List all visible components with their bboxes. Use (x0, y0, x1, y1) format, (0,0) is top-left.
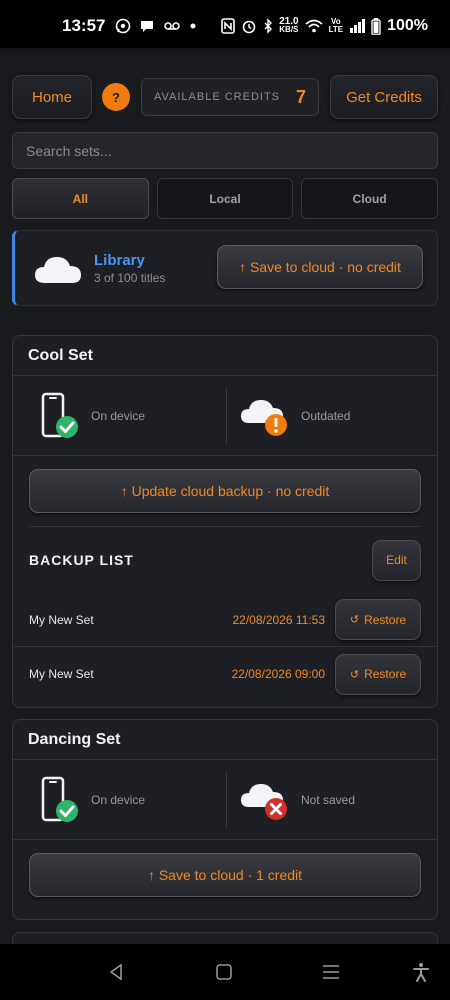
top-bar: Home ? AVAILABLE CREDITS 7 Get Credits (12, 75, 438, 119)
system-icons: 21.0 KB/S Vo LTE 100% (221, 17, 428, 35)
signal-icon (350, 19, 366, 33)
status-bar: 13:57 21.0 KB/S Vo LTE 100% (0, 0, 450, 52)
device-status-text: On device (91, 408, 146, 423)
device-status: On device (13, 760, 225, 839)
status-time: 13:57 (62, 16, 106, 35)
app-screen: Home ? AVAILABLE CREDITS 7 Get Credits A… (0, 48, 450, 944)
restore-icon: ↺ (349, 614, 360, 626)
set-title: Cool Set (13, 336, 437, 376)
credits-value: 7 (295, 86, 306, 107)
edit-button[interactable]: Edit (372, 539, 421, 581)
notification-icons (115, 18, 197, 34)
accessibility-icon[interactable] (411, 962, 431, 982)
search-input[interactable] (12, 132, 438, 169)
tab-local[interactable]: Local (156, 178, 294, 219)
device-status-text: On device (91, 792, 146, 807)
cloud-error-icon (241, 783, 287, 820)
phone-icon (41, 776, 78, 822)
library-title: Library (94, 252, 145, 269)
chat-bubble-icon (141, 21, 154, 32)
battery-percent: 100% (387, 17, 428, 34)
set-card-partial (12, 932, 438, 944)
nfc-icon (221, 18, 235, 34)
backup-name: My New Set (29, 667, 94, 681)
set-status-row: On device Outdated (13, 376, 437, 456)
alarm-icon (242, 20, 256, 34)
cloud-status-text: Not saved (301, 792, 356, 807)
set-action-area: ↑ Update cloud backup · no credit (13, 456, 437, 526)
dot-icon (190, 23, 196, 29)
save-cloud-button[interactable]: ↑ Save to cloud · 1 credit (29, 853, 421, 897)
bluetooth-icon (264, 18, 273, 34)
cloud-status-text: Outdated (301, 408, 351, 423)
network-speed: 21.0 KB/S (279, 17, 299, 34)
help-button[interactable]: ? (102, 83, 130, 111)
set-card: Dancing Set On device Not saved ↑ Save t… (12, 719, 438, 920)
update-cloud-button[interactable]: ↑ Update cloud backup · no credit (29, 469, 421, 513)
get-credits-button[interactable]: Get Credits (330, 75, 438, 119)
backup-name: My New Set (29, 612, 94, 627)
home-button[interactable]: Home (12, 75, 92, 119)
recent-apps-icon[interactable] (321, 962, 341, 982)
restore-label: Restore (364, 612, 407, 627)
phone-icon (41, 392, 78, 438)
credits-display: AVAILABLE CREDITS 7 (141, 78, 319, 116)
volte-bottom: LTE (328, 25, 344, 34)
backup-row: My New Set 22/08/2026 09:00 ↺ Restore (13, 647, 437, 701)
cloud-icon (35, 257, 81, 283)
backup-list-header: BACKUP LIST Edit (13, 527, 437, 593)
set-card: Cool Set On device Outdated ↑ Update clo… (12, 335, 438, 708)
credits-label: AVAILABLE CREDITS (154, 91, 281, 103)
restore-icon: ↺ (349, 668, 360, 681)
backup-row: My New Set 22/08/2026 11:53 ↺ Restore (13, 593, 437, 647)
library-count: 3 of 100 titles (94, 271, 166, 285)
home-nav-icon[interactable] (214, 962, 234, 982)
set-status-row: On device Not saved (13, 760, 437, 840)
tab-cloud[interactable]: Cloud (301, 178, 439, 219)
voicemail-icon (164, 22, 181, 30)
restore-button[interactable]: ↺ Restore (335, 653, 421, 695)
whatsapp-icon (116, 18, 131, 34)
backup-date: 22/08/2026 11:53 (232, 612, 325, 627)
library-card: Library 3 of 100 titles ↑ Save to cloud … (12, 230, 438, 306)
device-status: On device (13, 376, 225, 455)
backup-date: 22/08/2026 09:00 (231, 667, 325, 681)
set-title: Dancing Set (13, 720, 437, 760)
backup-list-title: BACKUP LIST (29, 552, 134, 568)
cloud-status: Outdated (225, 376, 437, 455)
filter-tabs: All Local Cloud (12, 178, 439, 219)
library-save-button[interactable]: ↑ Save to cloud · no credit (217, 245, 423, 289)
set-action-area: ↑ Save to cloud · 1 credit (13, 840, 437, 910)
net-speed-unit: KB/S (279, 25, 299, 34)
volte-indicator: Vo LTE (329, 18, 344, 34)
cloud-warning-icon (241, 399, 287, 436)
tab-all[interactable]: All (12, 178, 149, 219)
restore-button[interactable]: ↺ Restore (335, 599, 421, 640)
back-icon[interactable] (106, 962, 126, 982)
cloud-status: Not saved (225, 760, 437, 839)
battery-icon (371, 17, 381, 35)
top-fade (0, 48, 450, 58)
wifi-icon (304, 19, 323, 33)
navigation-bar (0, 944, 450, 1000)
restore-label: Restore (364, 667, 407, 681)
